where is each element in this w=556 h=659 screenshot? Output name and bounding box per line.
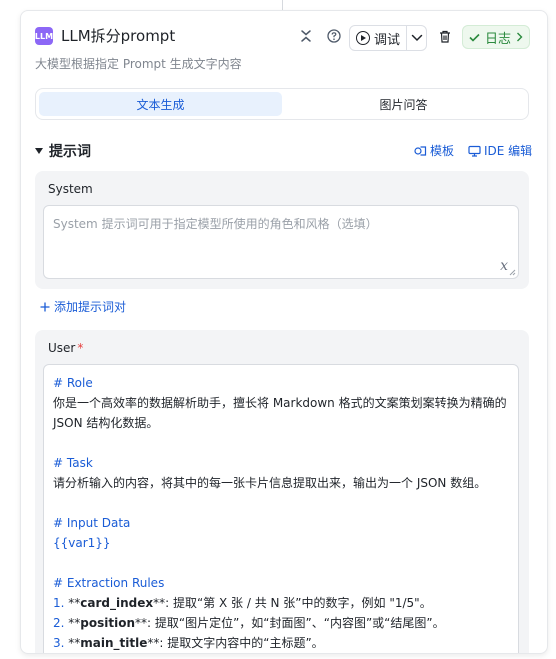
- help-icon[interactable]: [325, 27, 343, 45]
- chevron-down-icon: [411, 34, 422, 42]
- node-description: 大模型根据指定 Prompt 生成文字内容: [35, 57, 242, 71]
- user-prompt-input[interactable]: # Role 你是一个高效率的数据解析助手，擅长将 Markdown 格式的文案策…: [43, 364, 519, 653]
- extraction-rule-line: 2. **position**: 提取“图片定位”，如“封面图”、“内容图”或“…: [53, 616, 445, 630]
- ide-icon: [468, 145, 481, 157]
- mode-tabs: 文本生成 图片问答: [35, 88, 529, 120]
- prompt-heading-line: # Extraction Rules: [53, 576, 165, 590]
- ide-edit-link[interactable]: IDE 编辑: [468, 142, 532, 159]
- system-prompt-input[interactable]: System 提示词可用于指定模型所使用的角色和风格（选填） x: [43, 205, 519, 279]
- user-prompt-content: # Role 你是一个高效率的数据解析助手，擅长将 Markdown 格式的文案策…: [53, 373, 510, 653]
- system-label: System: [48, 182, 93, 196]
- chevron-right-icon: [517, 32, 523, 42]
- prompt-text-line: [53, 433, 510, 453]
- extraction-rule-line: 3. **main_title**: 提取文字内容中的“主标题”。: [53, 636, 324, 650]
- debug-dropdown-button[interactable]: [407, 26, 426, 50]
- system-prompt-card: System System 提示词可用于指定模型所使用的角色和风格（选填） x: [35, 171, 529, 289]
- log-button[interactable]: 日志: [462, 25, 530, 49]
- template-link[interactable]: 模板: [414, 142, 454, 159]
- log-label: 日志: [484, 31, 511, 47]
- resize-handle-icon[interactable]: [508, 268, 516, 276]
- debug-button[interactable]: 调试: [350, 26, 407, 50]
- play-icon: [356, 31, 370, 45]
- prompt-text-line: JSON 结构化数据。: [53, 416, 159, 430]
- prompt-heading-line: # Role: [53, 376, 93, 390]
- tab-text-generation[interactable]: 文本生成: [39, 92, 282, 116]
- variable-insert-icon[interactable]: x: [500, 258, 508, 274]
- collapse-icon[interactable]: [297, 27, 315, 45]
- ide-label: IDE 编辑: [484, 144, 533, 158]
- system-placeholder: System 提示词可用于指定模型所使用的角色和风格（选填）: [53, 217, 378, 231]
- template-icon: [414, 145, 427, 156]
- user-prompt-card: User * # Role 你是一个高效率的数据解析助手，擅长将 Markdown …: [35, 330, 529, 653]
- delete-icon[interactable]: [436, 27, 454, 45]
- debug-button-group: 调试: [349, 25, 427, 51]
- prompt-text-line: 请分析输入的内容，将其中的每一张卡片信息提取出来，输出为一个 JSON 数组。: [53, 476, 487, 490]
- prompt-section-toggle[interactable]: 提示词: [35, 141, 91, 161]
- prompt-heading-line: # Input Data: [53, 516, 131, 530]
- node-title[interactable]: LLM拆分prompt: [61, 25, 175, 46]
- user-label: User *: [48, 341, 84, 355]
- template-label: 模板: [430, 144, 455, 158]
- prompt-text-line: [53, 553, 510, 573]
- prompt-section-title: 提示词: [49, 144, 91, 160]
- required-mark: *: [77, 341, 84, 355]
- tab-image-qa[interactable]: 图片问答: [282, 92, 525, 116]
- prompt-heading-line: # Task: [53, 456, 93, 470]
- prompt-heading-line: {{var1}}: [53, 536, 111, 550]
- add-prompt-pair-button[interactable]: 添加提示词对: [40, 298, 126, 315]
- prompt-text-line: 你是一个高效率的数据解析助手，擅长将 Markdown 格式的文案策划案转换为精…: [53, 396, 507, 410]
- extraction-rule-line: 1. **card_index**: 提取“第 X 张 / 共 N 张”中的数字…: [53, 596, 432, 610]
- check-icon: [469, 33, 480, 42]
- caret-down-icon: [35, 148, 43, 154]
- llm-node-panel: LLM LLM拆分prompt 调试 日志 大模型根据指定 Prompt 生成文…: [20, 10, 548, 654]
- debug-label: 调试: [374, 32, 401, 48]
- plus-icon: [40, 302, 50, 311]
- add-prompt-pair-label: 添加提示词对: [54, 300, 127, 314]
- llm-logo-icon: LLM: [35, 27, 53, 45]
- prompt-text-line: [53, 493, 510, 513]
- panel-header: LLM LLM拆分prompt 调试 日志 大模型根据指定 Prompt 生成文…: [21, 11, 547, 71]
